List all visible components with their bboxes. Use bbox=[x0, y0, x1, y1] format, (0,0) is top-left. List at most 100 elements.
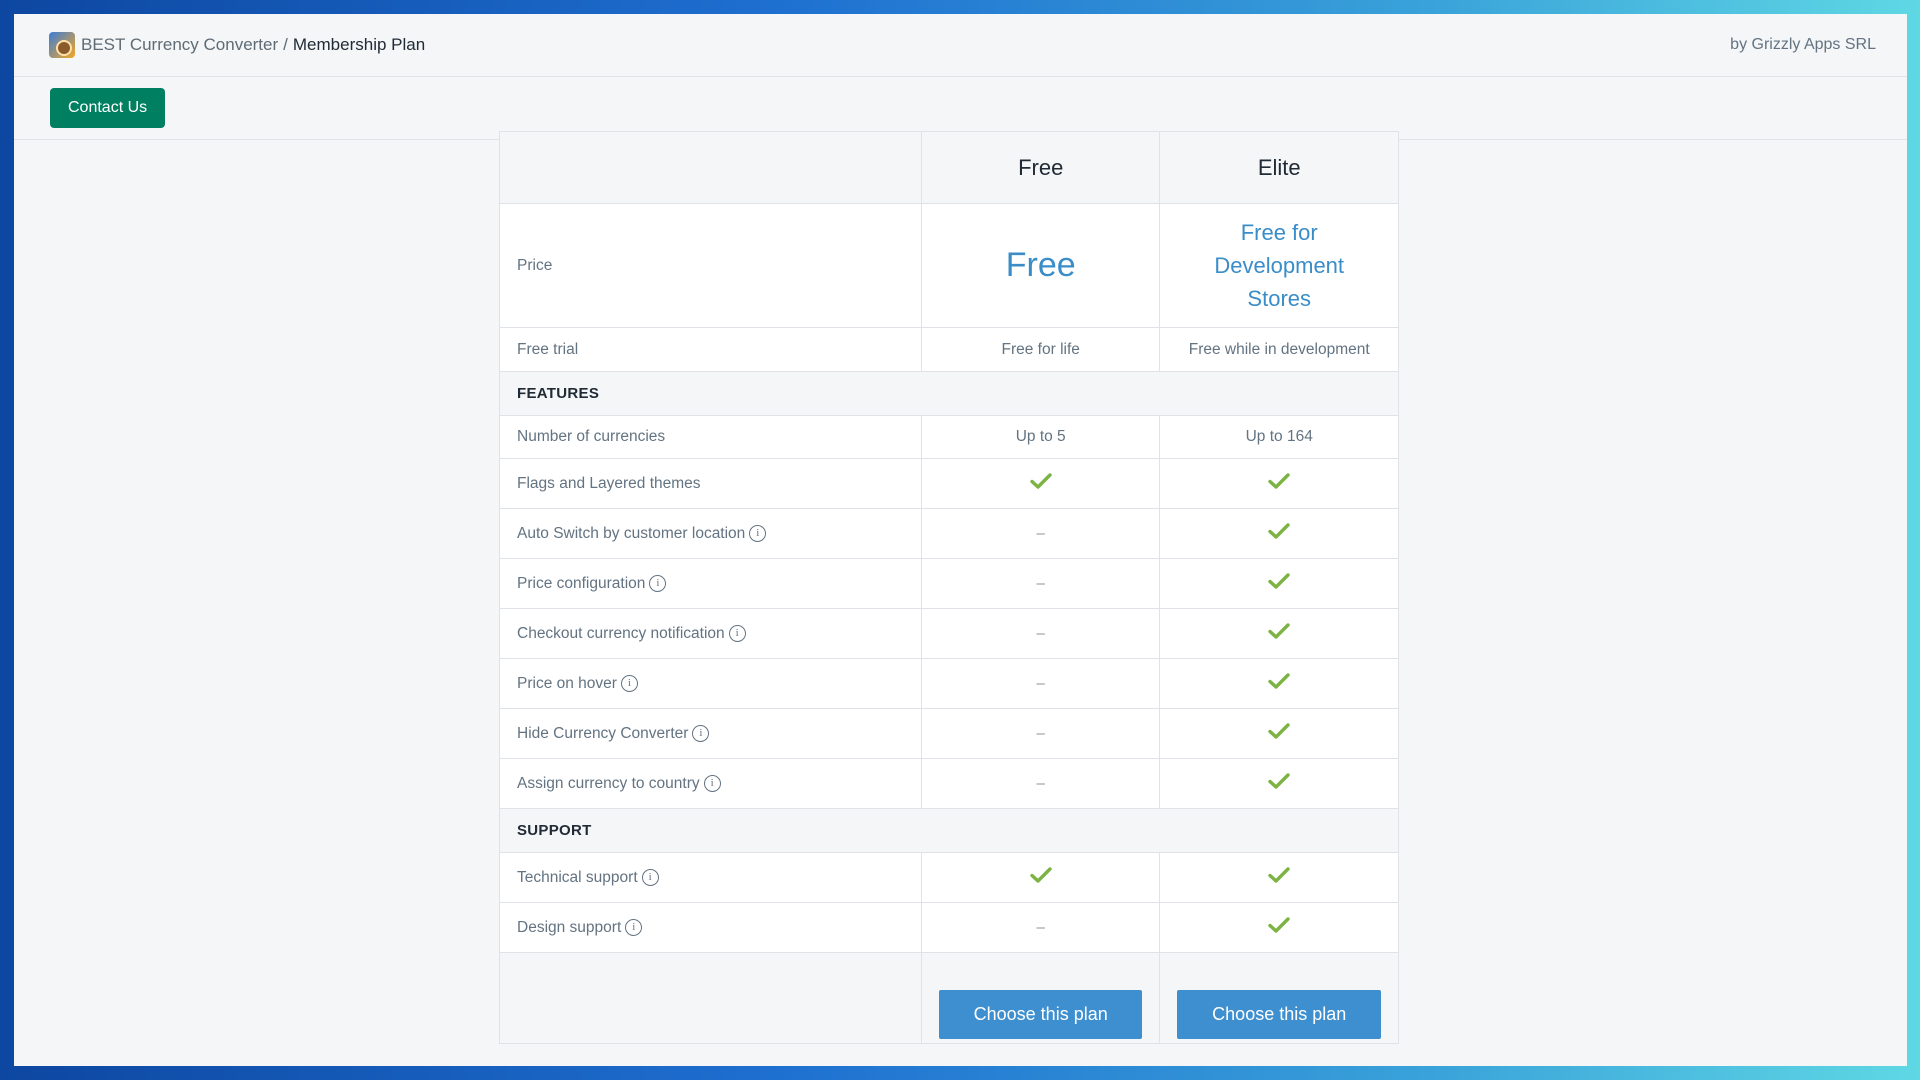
feature-label: Price configuration i bbox=[499, 558, 922, 609]
price-elite-line-1: Free for bbox=[1240, 220, 1318, 245]
breadcrumb: BEST Currency Converter / Membership Pla… bbox=[49, 32, 425, 58]
info-icon[interactable]: i bbox=[692, 724, 710, 742]
button-row-empty-cell bbox=[499, 952, 922, 1044]
feature-free-cell: – bbox=[920, 658, 1161, 709]
check-icon bbox=[1268, 623, 1290, 639]
check-icon bbox=[1268, 723, 1290, 739]
header-empty-cell bbox=[499, 131, 922, 204]
feature-elite-cell bbox=[1159, 558, 1399, 609]
dash-placeholder: – bbox=[1036, 724, 1045, 742]
plan-comparison-table: Free Elite Price Free Free for Developme… bbox=[499, 131, 1399, 1044]
check-icon bbox=[1268, 917, 1290, 933]
feature-row: Number of currencies Up to 5 Up to 164 bbox=[499, 415, 1399, 459]
feature-free-cell: – bbox=[920, 708, 1161, 759]
breadcrumb-app-name[interactable]: BEST Currency Converter bbox=[81, 35, 278, 55]
breadcrumb-separator: / bbox=[283, 35, 288, 54]
feature-free-cell: – bbox=[920, 508, 1161, 559]
price-elite-cell: Free for Development Stores bbox=[1159, 203, 1399, 328]
feature-elite-cell: Up to 164 bbox=[1159, 415, 1399, 459]
choose-plan-row: Choose this plan Choose this plan bbox=[499, 952, 1399, 1044]
choose-free-plan-button[interactable]: Choose this plan bbox=[939, 990, 1143, 1039]
dash-placeholder: – bbox=[1036, 574, 1045, 592]
feature-free-cell: – bbox=[920, 608, 1161, 659]
plan-header-row: Free Elite bbox=[499, 131, 1399, 204]
feature-label-text: Number of currencies bbox=[517, 428, 666, 445]
dash-placeholder: – bbox=[1036, 918, 1045, 936]
feature-elite-cell bbox=[1159, 658, 1399, 709]
feature-label-text: Design support bbox=[517, 918, 622, 936]
app-logo-icon bbox=[49, 32, 75, 58]
support-section-row: SUPPORT bbox=[499, 808, 1399, 853]
feature-value: Up to 5 bbox=[1015, 428, 1066, 445]
feature-elite-cell bbox=[1159, 708, 1399, 759]
plan-name-free: Free bbox=[920, 131, 1161, 204]
check-icon bbox=[1029, 473, 1052, 489]
free-trial-row: Free trial Free for life Free while in d… bbox=[499, 327, 1399, 372]
feature-free-cell: Up to 5 bbox=[920, 415, 1161, 459]
support-body: Technical support i Design support i – bbox=[499, 852, 1399, 953]
feature-label: Auto Switch by customer location i bbox=[499, 508, 922, 559]
feature-label: Checkout currency notification i bbox=[499, 608, 922, 659]
feature-label-text: Auto Switch by customer location bbox=[517, 524, 746, 542]
feature-label: Price on hover i bbox=[499, 658, 922, 709]
price-label: Price bbox=[499, 203, 922, 328]
feature-label: Hide Currency Converter i bbox=[499, 708, 922, 759]
feature-row: Assign currency to country i – bbox=[499, 758, 1399, 809]
feature-label: Number of currencies bbox=[499, 415, 922, 459]
features-body: Number of currencies Up to 5 Up to 164 Flag… bbox=[499, 415, 1399, 809]
check-icon bbox=[1268, 473, 1290, 489]
price-free-cell: Free bbox=[920, 203, 1161, 328]
feature-row: Technical support i bbox=[499, 852, 1399, 903]
check-icon bbox=[1268, 673, 1290, 689]
check-icon bbox=[1268, 867, 1290, 883]
developer-byline: by Grizzly Apps SRL bbox=[1730, 36, 1876, 53]
feature-elite-cell bbox=[1159, 852, 1399, 903]
feature-label-text: Hide Currency Converter bbox=[517, 724, 689, 742]
plan-name-elite: Elite bbox=[1159, 131, 1399, 204]
elite-button-cell: Choose this plan bbox=[1159, 952, 1399, 1044]
info-icon[interactable]: i bbox=[728, 624, 746, 642]
contact-us-button[interactable]: Contact Us bbox=[50, 88, 166, 128]
feature-free-cell bbox=[920, 852, 1161, 903]
page-title: Membership Plan bbox=[292, 35, 426, 54]
dash-placeholder: – bbox=[1036, 674, 1045, 692]
features-section-row: FEATURES bbox=[499, 371, 1399, 416]
free-button-cell: Choose this plan bbox=[920, 952, 1161, 1044]
feature-free-cell: – bbox=[920, 902, 1161, 953]
info-icon[interactable]: i bbox=[703, 774, 721, 792]
feature-label-text: Flags and Layered themes bbox=[517, 474, 701, 492]
info-icon[interactable]: i bbox=[620, 674, 638, 692]
info-icon[interactable]: i bbox=[625, 918, 643, 936]
feature-free-cell: – bbox=[920, 558, 1161, 609]
check-icon bbox=[1268, 773, 1290, 789]
feature-elite-cell bbox=[1159, 458, 1399, 509]
feature-label: Flags and Layered themes bbox=[499, 458, 922, 509]
feature-label: Technical support i bbox=[499, 852, 922, 903]
features-section-title: FEATURES bbox=[499, 371, 1399, 416]
feature-label: Design support i bbox=[499, 902, 922, 953]
dash-placeholder: – bbox=[1036, 774, 1045, 792]
top-bar: BEST Currency Converter / Membership Pla… bbox=[14, 14, 1907, 77]
feature-label-text: Assign currency to country bbox=[517, 774, 700, 792]
feature-row: Flags and Layered themes bbox=[499, 458, 1399, 509]
check-icon bbox=[1029, 867, 1052, 883]
choose-elite-plan-button[interactable]: Choose this plan bbox=[1177, 990, 1382, 1039]
feature-label-text: Price configuration bbox=[517, 574, 646, 592]
trial-elite: Free while in development bbox=[1159, 327, 1399, 372]
dash-placeholder: – bbox=[1036, 624, 1045, 642]
feature-elite-cell bbox=[1159, 608, 1399, 659]
price-elite-line-3: Stores bbox=[1247, 286, 1312, 311]
feature-label: Assign currency to country i bbox=[499, 758, 922, 809]
feature-row: Auto Switch by customer location i – bbox=[499, 508, 1399, 559]
info-icon[interactable]: i bbox=[749, 524, 767, 542]
feature-row: Checkout currency notification i – bbox=[499, 608, 1399, 659]
dash-placeholder: – bbox=[1036, 524, 1045, 542]
feature-free-cell bbox=[920, 458, 1161, 509]
feature-elite-cell bbox=[1159, 508, 1399, 559]
info-icon[interactable]: i bbox=[641, 868, 659, 886]
feature-row: Price on hover i – bbox=[499, 658, 1399, 709]
feature-elite-cell bbox=[1159, 902, 1399, 953]
info-icon[interactable]: i bbox=[649, 574, 667, 592]
free-trial-label: Free trial bbox=[499, 327, 922, 372]
feature-label-text: Price on hover bbox=[517, 674, 617, 692]
